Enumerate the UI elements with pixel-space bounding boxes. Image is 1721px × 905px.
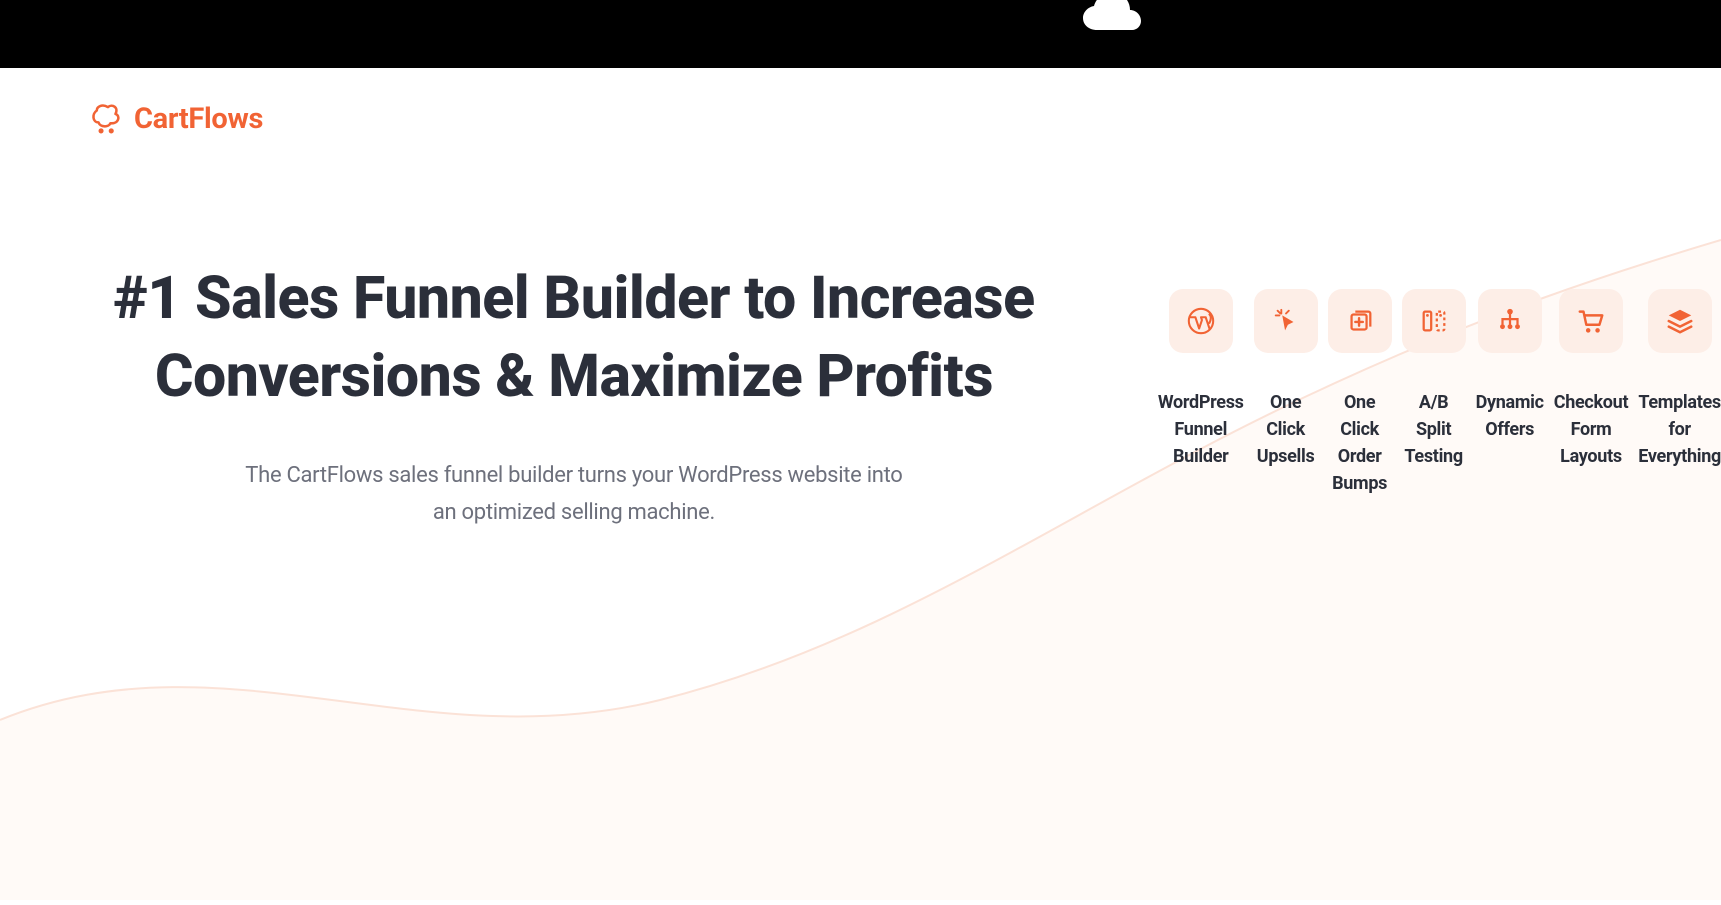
feature-label: A/B Split Testing [1402,389,1466,470]
hero-title: #1 Sales Funnel Builder to Increase Conv… [60,260,1088,416]
cartflows-logo[interactable]: CartFlows [90,102,263,136]
cart-icon [1559,289,1623,353]
feature-label: One Click Order Bumps [1328,389,1392,497]
cursor-icon [1254,289,1318,353]
feature-wordpress-funnel-builder[interactable]: WordPress Funnel Builder [1158,289,1244,497]
layers-icon [1648,289,1712,353]
cloud-icon [1079,0,1151,44]
cartflows-logo[interactable]: #1 Sales Funnel Builder to Increase Conv… [0,140,1721,532]
feature-checkout-form-layouts[interactable]: Checkout Form Layouts [1554,289,1629,497]
brand-name: CartFlows [134,102,263,136]
split-icon [1402,289,1466,353]
feature-label: Dynamic Offers [1476,389,1544,443]
top-black-bar [0,0,1721,68]
hero: #1 Sales Funnel Builder to Increase Conv… [0,260,1148,532]
features-row: WordPress Funnel Builder One Click Upsel… [1158,289,1721,497]
feature-label: WordPress Funnel Builder [1158,389,1244,470]
feature-templates-for-everything[interactable]: Templates for Everything [1638,289,1721,497]
feature-label: One Click Upsells [1254,389,1318,470]
feature-one-click-order-bumps[interactable]: One Click Order Bumps [1328,289,1392,497]
hero-subtitle: The CartFlows sales funnel builder turns… [60,458,1088,532]
feature-label: Templates for Everything [1638,389,1721,470]
header: CartFlows [0,68,1721,140]
feature-one-click-upsells[interactable]: One Click Upsells [1254,289,1318,497]
tree-icon [1478,289,1542,353]
cartflows-mark-icon [90,102,124,136]
feature-ab-split-testing[interactable]: A/B Split Testing [1402,289,1466,497]
add-page-icon [1328,289,1392,353]
feature-label: Checkout Form Layouts [1554,389,1629,470]
wordpress-icon [1169,289,1233,353]
feature-dynamic-offers[interactable]: Dynamic Offers [1476,289,1544,497]
